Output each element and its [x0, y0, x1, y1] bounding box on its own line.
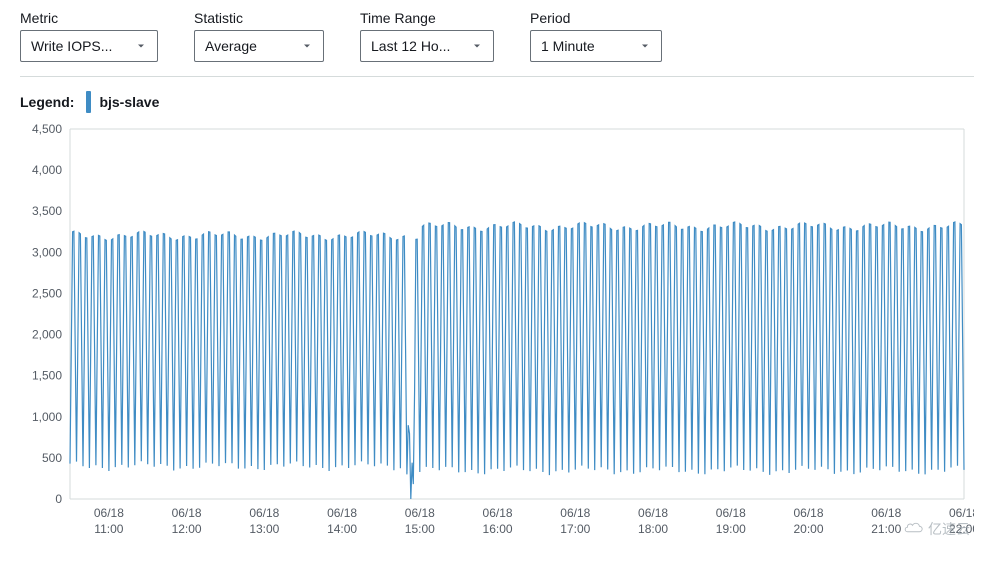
timerange-select[interactable]: Last 12 Ho...	[360, 30, 494, 62]
svg-text:06/18: 06/18	[638, 506, 668, 520]
timerange-select-value: Last 12 Ho...	[371, 38, 450, 54]
statistic-select[interactable]: Average	[194, 30, 324, 62]
metric-control: Metric Write IOPS...	[20, 10, 158, 62]
svg-text:06/18: 06/18	[794, 506, 824, 520]
timerange-control: Time Range Last 12 Ho...	[360, 10, 494, 62]
svg-text:20:00: 20:00	[794, 522, 824, 536]
svg-text:2,000: 2,000	[32, 328, 62, 342]
period-control: Period 1 Minute	[530, 10, 662, 62]
controls-row: Metric Write IOPS... Statistic Average T…	[20, 10, 974, 76]
legend-item[interactable]: bjs-slave	[86, 91, 159, 113]
legend-row: Legend: bjs-slave	[20, 85, 974, 123]
svg-text:1,500: 1,500	[32, 369, 62, 383]
statistic-label: Statistic	[194, 10, 324, 26]
watermark: 亿速云	[902, 519, 970, 539]
svg-text:06/18: 06/18	[483, 506, 513, 520]
chart-area: 0 500 1,000 1,500 2,000 2,500 3,000 3,500 4,000 4…	[20, 123, 974, 543]
svg-text:18:00: 18:00	[638, 522, 668, 536]
svg-text:06/18: 06/18	[560, 506, 590, 520]
line-chart: 0 500 1,000 1,500 2,000 2,500 3,000 3,500 4,000 4…	[20, 123, 974, 543]
svg-text:0: 0	[55, 492, 62, 506]
legend-swatch	[86, 91, 91, 113]
svg-text:2,500: 2,500	[32, 286, 62, 300]
svg-text:06/18: 06/18	[249, 506, 279, 520]
svg-text:06/18: 06/18	[871, 506, 901, 520]
svg-text:06/18: 06/18	[949, 506, 974, 520]
caret-down-icon	[301, 40, 313, 52]
period-select[interactable]: 1 Minute	[530, 30, 662, 62]
svg-text:13:00: 13:00	[249, 522, 279, 536]
svg-text:06/18: 06/18	[94, 506, 124, 520]
svg-text:15:00: 15:00	[405, 522, 435, 536]
svg-text:06/18: 06/18	[716, 506, 746, 520]
svg-text:06/18: 06/18	[327, 506, 357, 520]
period-select-value: 1 Minute	[541, 38, 595, 54]
caret-down-icon	[471, 40, 483, 52]
svg-text:06/18: 06/18	[405, 506, 435, 520]
svg-text:12:00: 12:00	[172, 522, 202, 536]
caret-down-icon	[639, 40, 651, 52]
metric-label: Metric	[20, 10, 158, 26]
svg-text:3,500: 3,500	[32, 204, 62, 218]
svg-text:3,000: 3,000	[32, 245, 62, 259]
svg-text:11:00: 11:00	[94, 522, 123, 536]
watermark-text: 亿速云	[928, 519, 970, 539]
svg-text:19:00: 19:00	[716, 522, 746, 536]
svg-text:500: 500	[42, 451, 62, 465]
legend-label: Legend:	[20, 94, 74, 110]
svg-text:4,000: 4,000	[32, 163, 62, 177]
timerange-label: Time Range	[360, 10, 494, 26]
svg-text:1,000: 1,000	[32, 410, 62, 424]
metric-select-value: Write IOPS...	[31, 38, 112, 54]
svg-text:06/18: 06/18	[172, 506, 202, 520]
cloud-icon	[902, 522, 924, 536]
statistic-control: Statistic Average	[194, 10, 324, 62]
svg-text:17:00: 17:00	[560, 522, 590, 536]
svg-text:21:00: 21:00	[871, 522, 901, 536]
period-label: Period	[530, 10, 662, 26]
statistic-select-value: Average	[205, 38, 257, 54]
metrics-panel: Metric Write IOPS... Statistic Average T…	[0, 0, 994, 553]
caret-down-icon	[135, 40, 147, 52]
legend-series-name: bjs-slave	[99, 94, 159, 110]
svg-text:16:00: 16:00	[483, 522, 513, 536]
svg-text:4,500: 4,500	[32, 123, 62, 136]
svg-text:14:00: 14:00	[327, 522, 357, 536]
divider	[20, 76, 974, 77]
metric-select[interactable]: Write IOPS...	[20, 30, 158, 62]
